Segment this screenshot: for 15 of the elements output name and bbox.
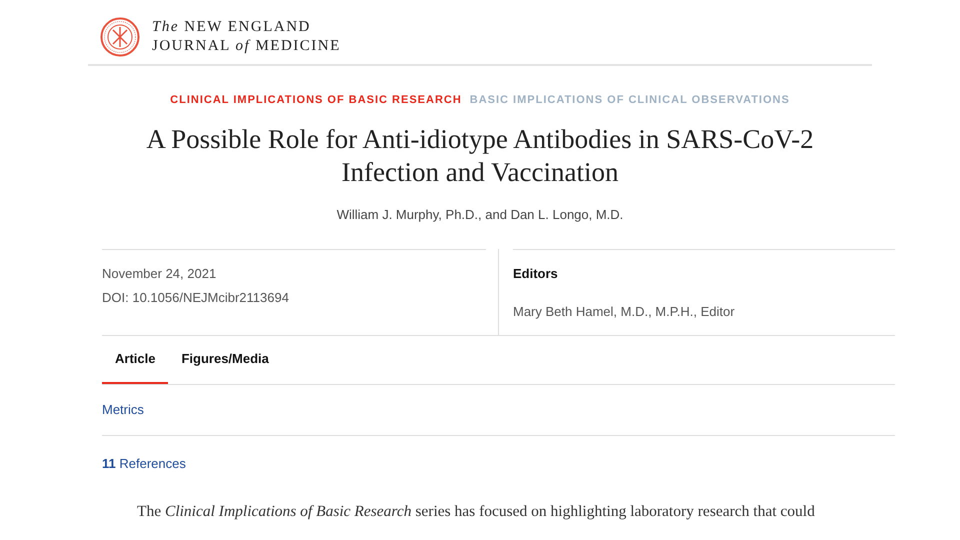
- tab[interactable]: Article: [102, 336, 168, 384]
- article-title: A Possible Role for Anti-idiotype Antibodies in SARS-CoV-2 Infection and Vaccination: [145, 122, 815, 188]
- seal-logo-icon: [100, 17, 140, 57]
- category-link[interactable]: CLINICAL IMPLICATIONS OF BASIC RESEARCH: [170, 92, 462, 108]
- metrics-link[interactable]: Metrics: [102, 400, 144, 420]
- author-list: William J. Murphy, Ph.D., and Dan L. Longo, M.D.: [0, 204, 960, 224]
- editor-name: Mary Beth Hamel, M.D., M.P.H., Editor: [513, 302, 736, 321]
- references-link[interactable]: 11 References: [102, 454, 186, 474]
- body-paragraph: The Clinical Implications of Basic Research series has focused on highlighting laboratory research that could: [136, 502, 816, 522]
- doi-text: DOI: 10.1056/NEJMcibr2113694: [102, 288, 290, 306]
- editors-heading: Editors: [513, 265, 559, 283]
- journal-name: JOURNAL of MEDICINE: [152, 37, 341, 56]
- tab[interactable]: Figures/Media: [168, 336, 282, 384]
- publication-date: November 24, 2021: [102, 265, 218, 283]
- journal-name: The NEW ENGLAND: [152, 18, 312, 37]
